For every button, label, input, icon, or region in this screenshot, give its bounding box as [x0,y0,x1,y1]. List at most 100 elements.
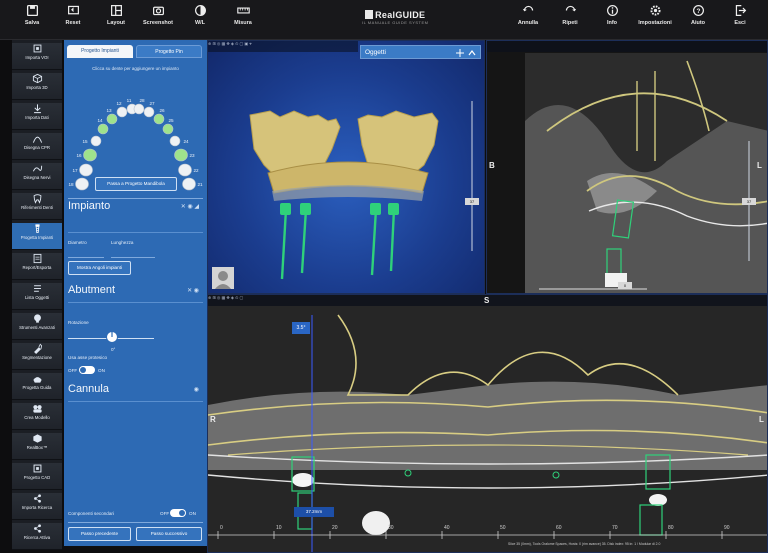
tooth-label: 23 [189,153,195,158]
tooth-label: 16 [76,153,82,158]
import-search-icon [33,494,41,503]
window-level-button[interactable]: W/L [178,4,222,26]
tooth-selection-hint: Clicca su dente per aggiungere un impian… [92,66,179,71]
sidebar-item-create-model[interactable]: Crea Modello [12,403,62,430]
show-implant-angles-button[interactable]: Mostra Angoli impianti [68,261,131,275]
undo-button[interactable]: Annulla [506,4,550,26]
viewport-3d[interactable]: ⊕ ⊞ ◎ ▦ ✥ ◈ ⊙ ▢ ▣ ⌖ Oggetti 37 [207,40,485,294]
ruler-tick-label: 20 [332,525,338,531]
save-button[interactable]: Salva [10,4,54,26]
sidebar-item-object-list[interactable]: Lista Oggetti [12,283,62,310]
screenshot-button[interactable]: Screenshot [136,4,180,26]
rotation-label: Rotazione [68,320,89,325]
help-button[interactable]: ? Aiuto [676,4,720,26]
exit-button[interactable]: Esci [718,4,762,26]
layout-icon [110,5,122,16]
tooth-28[interactable] [133,103,145,115]
implant-section-title: Impianto [68,200,111,212]
sidebar-item-import-voi[interactable]: Importa VOI [12,43,62,70]
prosthetic-axis-on: ON [98,368,105,373]
sidebar-item-implant-design[interactable]: Progetta Impianti [12,223,62,250]
logo-tagline: IL MANUALE GUIDE SYSTEM [362,20,429,25]
tooth-13[interactable] [106,113,118,125]
tooth-27[interactable] [143,106,155,118]
list-icon [33,285,41,292]
tab-pin-project[interactable]: Progetto Pin [136,45,202,58]
exit-icon [735,5,746,16]
cannula-section-title: Cannula [68,383,109,395]
secondary-components-toggle[interactable] [170,509,186,517]
sidebar-item-segmentation[interactable]: Segmentazione [12,343,62,370]
cannula-section-controls[interactable]: ◉ [155,386,199,393]
tooth-22[interactable] [178,163,192,177]
tooth-18[interactable] [75,177,89,191]
nerve-icon [32,165,42,172]
viewport-panoramic[interactable]: ⊕ ⊞ ◎ ▦ ✥ ◈ ⊙ ▢ 0 10 20 30 40 50 60 70 80 9 [207,294,768,553]
sidebar-item-label: Progetta Impianti [20,235,54,240]
tooth-label: 25 [168,118,174,123]
sidebar-item-teeth-references[interactable]: Riferimenti Denti [12,193,62,220]
head-orientation-icon[interactable] [212,267,234,289]
screenshot-label: Screenshot [143,20,173,26]
sidebar-item-label: Progetto CAD [23,475,51,480]
sidebar-item-report-export[interactable]: Report/Esporta [12,253,62,280]
tooth-15[interactable] [90,135,102,147]
reset-label: Reset [65,20,81,26]
tooth-16[interactable] [83,148,97,162]
ruler-tick-label: 0 [220,525,223,531]
sidebar-item-label: Report/Esporta [22,265,52,270]
next-step-button[interactable]: Passo successivo [136,527,202,541]
tooth-23[interactable] [174,148,188,162]
viewport-cross-section[interactable]: B L 37 0 [486,40,768,294]
settings-button[interactable]: Impostazioni [633,4,677,26]
ruler-tick-label: 90 [724,525,730,531]
layout-button[interactable]: Layout [94,4,138,26]
sidebar-item-cad-project[interactable]: Progetto CAD [12,463,62,490]
camera-icon [152,6,164,16]
sidebar-item-advanced-tools[interactable]: Strumenti Avanzati [12,313,62,340]
tooth-label: 18 [68,182,74,187]
tab-implant-project[interactable]: Progetto Impianti [67,45,133,58]
tooth-21[interactable] [182,177,196,191]
sidebar-item-import-3d[interactable]: Importa 3D [12,73,62,100]
tooth-17[interactable] [79,163,93,177]
logo-mark-icon [365,10,374,19]
sidebar-item-import-data[interactable]: Importa Dati [12,103,62,130]
measure-button[interactable]: Misura [221,4,265,26]
sidebar-item-label: Importa VOI [25,55,49,60]
prosthetic-axis-toggle[interactable] [79,366,95,374]
tooth-25[interactable] [162,123,174,135]
download-icon [33,104,41,114]
sidebar-item-active-search[interactable]: Ricerca Attiva [12,523,62,550]
sidebar-item-draw-cpr[interactable]: Disegna CPR [12,133,62,160]
sidebar-item-import-search[interactable]: Importa Ricerca [12,493,62,520]
redo-icon [565,5,576,12]
abutment-section-header: Abutment ✕ ◉ [68,284,203,300]
tooth-24[interactable] [169,135,181,147]
sidebar-item-realbox[interactable]: RealBox™ [12,433,62,460]
tooth-12[interactable] [116,106,128,118]
sidebar-item-label: Lista Oggetti [24,295,50,300]
tooth-14[interactable] [97,123,109,135]
rotation-knob[interactable] [105,330,119,344]
abutment-section-controls[interactable]: ✕ ◉ [155,287,199,294]
implant-section-controls[interactable]: ✕ ◉ ◢ [155,203,199,210]
reset-button[interactable]: Reset [51,4,95,26]
secondary-components-label: Componenti secondari [68,511,114,516]
panel-tabs: Progetto Impianti Progetto Pin [67,45,204,58]
info-button[interactable]: Info [590,4,634,26]
realguide-app: Salva Reset Layout Screenshot W/L Misura… [0,0,768,553]
tooth-label: 21 [197,182,203,187]
switch-to-mandible-button[interactable]: Passa a Progetto Mandibola [95,177,177,191]
undo-label: Annulla [517,20,539,26]
sidebar-item-guide-design[interactable]: Progetta Guida [12,373,62,400]
redo-button[interactable]: Ripeti [548,4,592,26]
cross-section-scale-right: 37 [742,198,756,205]
cross-section-image [525,53,767,293]
sidebar-item-label: Strumenti Avanzati [19,325,55,330]
main-toolbar: Salva Reset Layout Screenshot W/L Misura… [0,0,768,40]
sidebar-item-draw-nerves[interactable]: Disegna Nervi [12,163,62,190]
previous-step-button[interactable]: Passo precedente [68,527,131,541]
tooth-26[interactable] [153,113,165,125]
reset-icon [67,5,79,15]
